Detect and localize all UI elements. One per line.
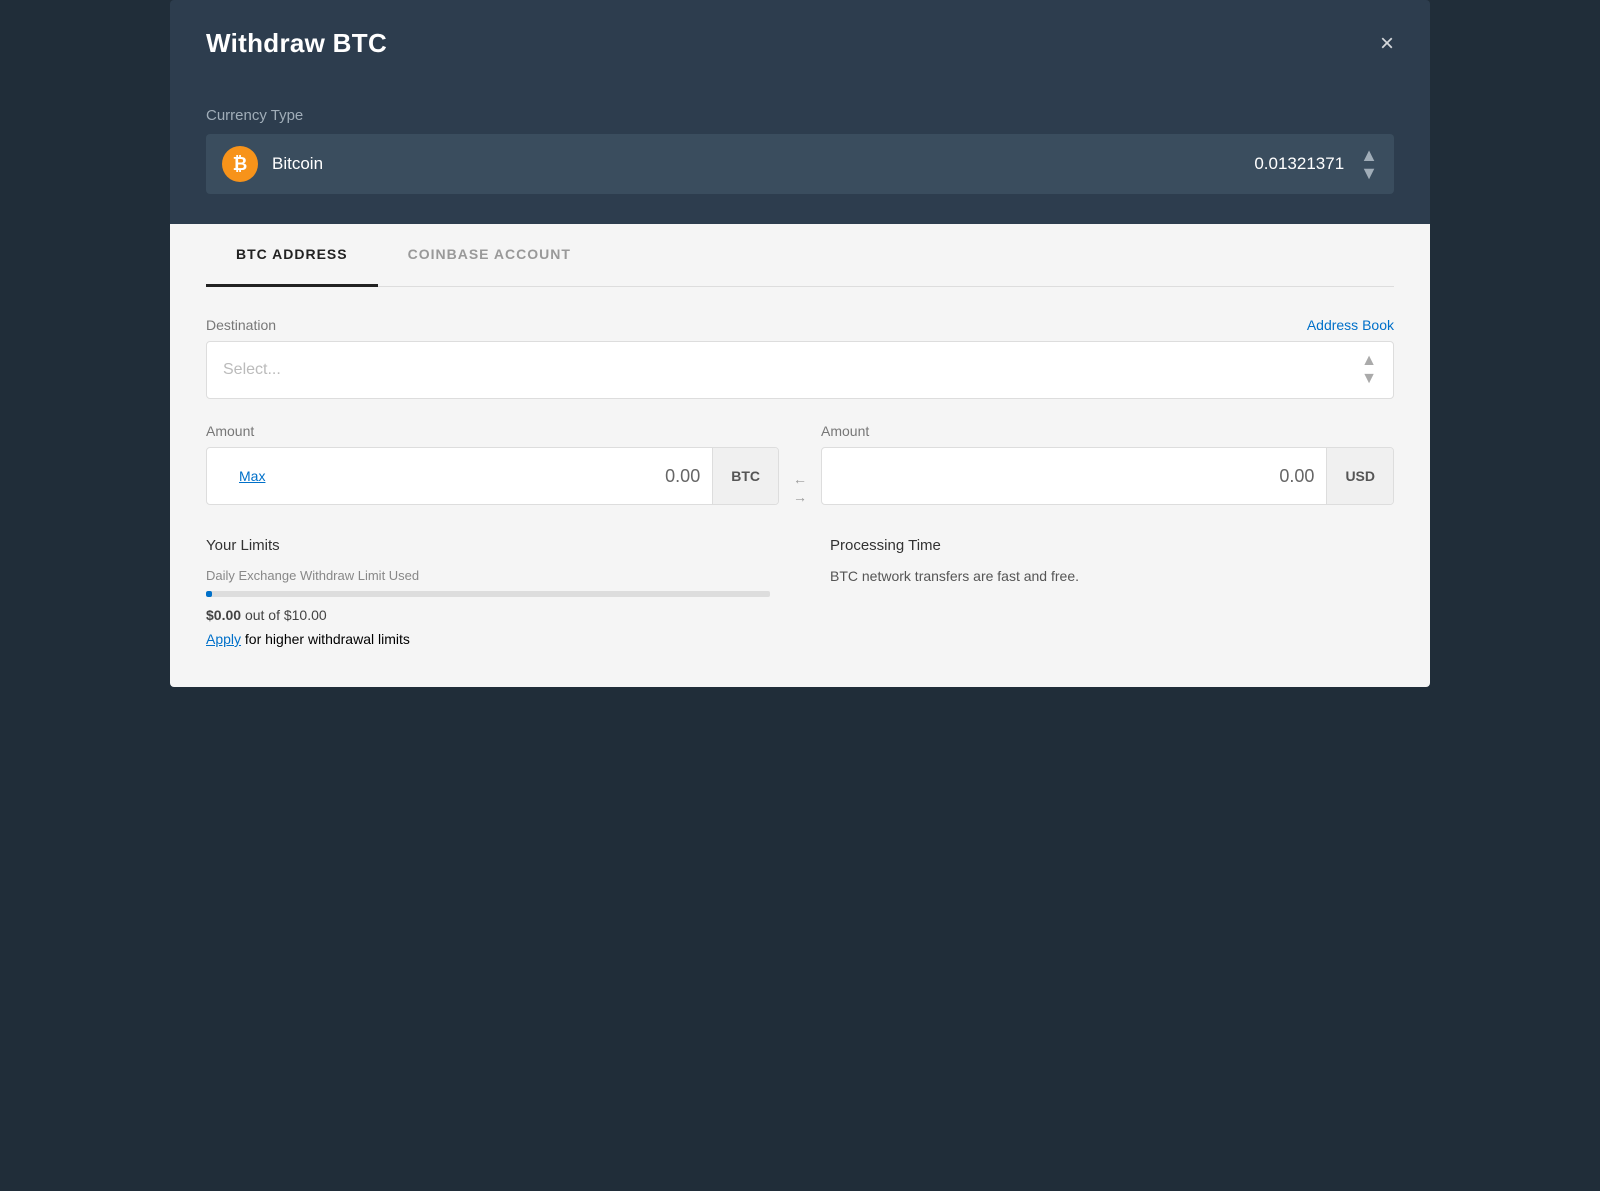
currency-name: Bitcoin xyxy=(272,154,1254,174)
apply-suffix: for higher withdrawal limits xyxy=(241,631,410,647)
limits-left: Your Limits Daily Exchange Withdraw Limi… xyxy=(206,537,770,647)
currency-label: Currency Type xyxy=(206,107,1394,124)
limit-total: $10.00 xyxy=(284,607,327,623)
close-button[interactable]: × xyxy=(1380,32,1394,56)
destination-header: Destination Address Book xyxy=(206,317,1394,333)
modal-header: Withdraw BTC × xyxy=(170,0,1430,87)
withdraw-modal: Withdraw BTC × Currency Type ₿ Bitcoin 0… xyxy=(170,0,1430,687)
limit-values: $0.00 out of $10.00 xyxy=(206,607,770,623)
usd-amount-label: Amount xyxy=(821,423,1394,439)
processing-section: Processing Time BTC network transfers ar… xyxy=(830,537,1394,647)
currency-chevron-icon: ▲ ▼ xyxy=(1360,146,1378,182)
limits-title: Your Limits xyxy=(206,537,770,554)
btc-amount-group: Amount Max 0.00 BTC xyxy=(206,423,779,505)
max-link[interactable]: Max xyxy=(227,468,265,484)
destination-placeholder: Select... xyxy=(223,361,1361,379)
address-book-link[interactable]: Address Book xyxy=(1307,317,1394,333)
usd-currency-label: USD xyxy=(1326,448,1393,504)
progress-bar-fill xyxy=(206,591,212,597)
btc-symbol: ₿ xyxy=(233,154,248,175)
usd-amount-input[interactable]: 0.00 USD xyxy=(821,447,1394,505)
currency-dropdown[interactable]: ₿ Bitcoin 0.01321371 ▲ ▼ xyxy=(206,134,1394,194)
processing-title: Processing Time xyxy=(830,537,1394,554)
destination-chevron-icon: ▲ ▼ xyxy=(1361,352,1377,388)
limits-section: Your Limits Daily Exchange Withdraw Limi… xyxy=(206,537,1394,647)
btc-icon: ₿ xyxy=(222,146,258,182)
progress-bar-container xyxy=(206,591,770,597)
destination-field: Destination Address Book Select... ▲ ▼ xyxy=(206,317,1394,399)
daily-limit-label: Daily Exchange Withdraw Limit Used xyxy=(206,568,770,583)
limit-current: $0.00 xyxy=(206,607,241,623)
tab-btc-address[interactable]: BTC ADDRESS xyxy=(206,224,378,287)
currency-section: Currency Type ₿ Bitcoin 0.01321371 ▲ ▼ xyxy=(170,87,1430,224)
btc-amount-value: 0.00 xyxy=(265,466,700,487)
btc-currency-label: BTC xyxy=(712,448,778,504)
btc-amount-input[interactable]: Max 0.00 BTC xyxy=(206,447,779,505)
exchange-arrows-icon: ← → xyxy=(779,447,821,505)
amount-section: Amount Max 0.00 BTC ← → Amount xyxy=(206,423,1394,505)
limit-out-of: out of xyxy=(245,607,280,623)
modal-body: BTC ADDRESS COINBASE ACCOUNT Destination… xyxy=(170,224,1430,687)
usd-amount-value: 0.00 xyxy=(1279,466,1314,487)
usd-amount-group: Amount 0.00 USD xyxy=(821,423,1394,505)
currency-balance: 0.01321371 xyxy=(1254,154,1344,174)
tab-bar: BTC ADDRESS COINBASE ACCOUNT xyxy=(206,224,1394,287)
apply-link[interactable]: Apply xyxy=(206,631,241,647)
modal-title: Withdraw BTC xyxy=(206,28,387,59)
apply-row: Apply for higher withdrawal limits xyxy=(206,631,770,647)
btc-amount-label: Amount xyxy=(206,423,779,439)
tab-coinbase-account[interactable]: COINBASE ACCOUNT xyxy=(378,224,601,287)
destination-label: Destination xyxy=(206,317,276,333)
processing-description: BTC network transfers are fast and free. xyxy=(830,568,1394,584)
destination-select[interactable]: Select... ▲ ▼ xyxy=(206,341,1394,399)
